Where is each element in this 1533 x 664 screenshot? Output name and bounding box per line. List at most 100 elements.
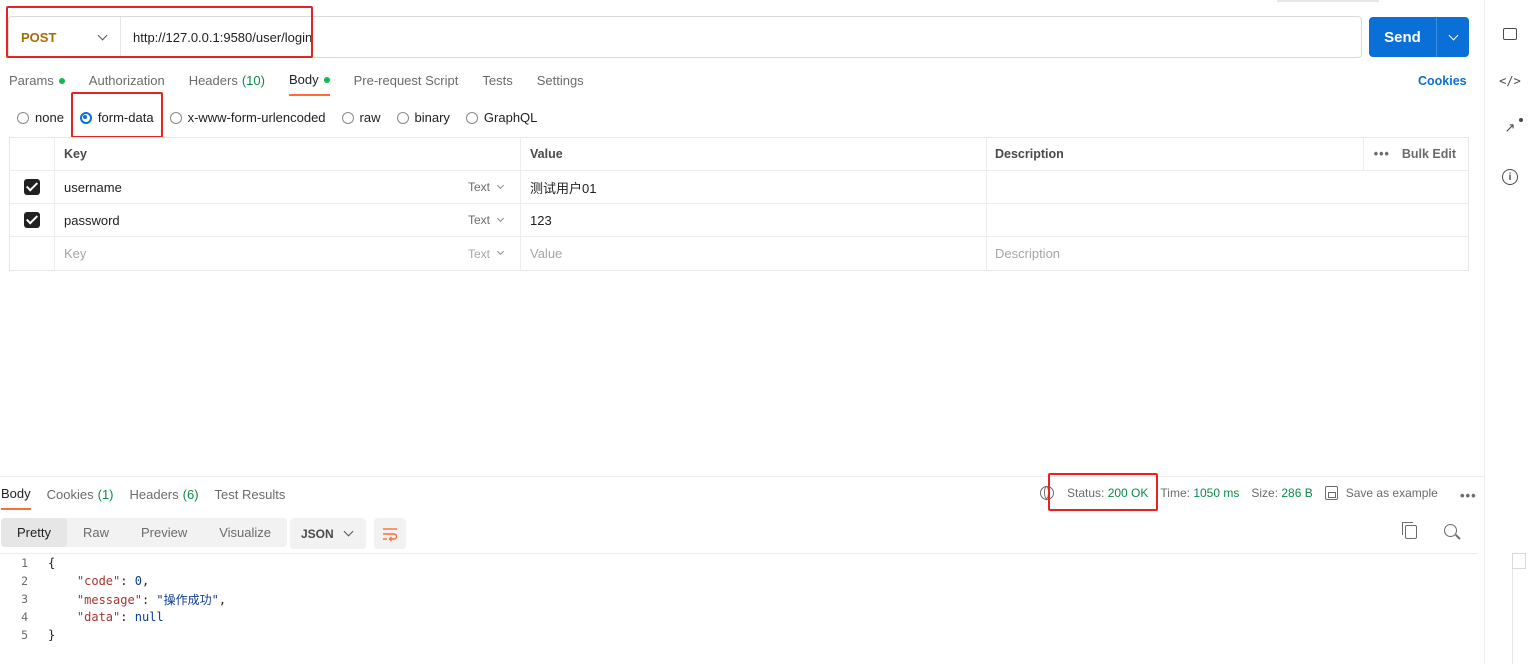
globe-icon[interactable] xyxy=(1040,486,1054,500)
tab-label: Body xyxy=(288,72,319,87)
tab-tests[interactable]: Tests xyxy=(482,72,512,96)
tab-authorization[interactable]: Authorization xyxy=(89,72,165,96)
status-label: Status: xyxy=(1067,486,1105,500)
related-collections-icon[interactable]: ↗ xyxy=(1502,120,1518,136)
response-tab-test-results[interactable]: Test Results xyxy=(215,486,286,510)
radio-urlencoded[interactable]: x-www-form-urlencoded xyxy=(169,110,326,125)
wrap-lines-button[interactable] xyxy=(374,518,406,549)
value-cell[interactable]: 123 xyxy=(521,204,987,236)
code-line: 2 "code": 0, xyxy=(0,572,1478,590)
radio-circle-icon xyxy=(396,111,409,124)
table-row: username Text 测试用户01 xyxy=(10,171,1468,204)
format-label: JSON xyxy=(301,526,334,541)
json-value: 0 xyxy=(134,574,142,588)
radio-circle-icon xyxy=(17,111,29,124)
type-label: Text xyxy=(468,180,491,194)
copy-icon[interactable] xyxy=(1402,522,1417,539)
type-label: Text xyxy=(468,213,491,227)
tab-params[interactable]: Params xyxy=(9,72,65,96)
more-options-icon[interactable]: ••• xyxy=(1460,488,1477,503)
radio-raw[interactable]: raw xyxy=(341,110,381,125)
response-divider xyxy=(0,476,1484,477)
view-raw[interactable]: Raw xyxy=(67,518,125,547)
send-button[interactable]: Send xyxy=(1369,17,1437,57)
code-icon[interactable]: </> xyxy=(1499,73,1521,89)
radio-label: raw xyxy=(359,110,381,125)
response-meta: Status: 200 OK Time: 1050 ms Size: 286 B… xyxy=(1040,486,1450,500)
request-tabs: Params Authorization Headers (10) Body Pr… xyxy=(9,72,608,96)
radio-binary[interactable]: binary xyxy=(396,110,450,125)
row-enabled-checkbox[interactable] xyxy=(24,212,40,228)
view-visualize[interactable]: Visualize xyxy=(203,518,287,547)
line-number: 3 xyxy=(21,592,28,606)
radio-graphql[interactable]: GraphQL xyxy=(465,110,537,125)
cookies-link[interactable]: Cookies xyxy=(1418,74,1467,88)
type-select[interactable]: Text xyxy=(459,237,521,270)
json-key: "code" xyxy=(76,574,121,588)
method-label: POST xyxy=(21,29,57,45)
time-label: Time: xyxy=(1160,486,1190,500)
response-tab-headers[interactable]: Headers (6) xyxy=(130,486,199,510)
description-cell[interactable] xyxy=(987,171,1468,203)
tab-settings[interactable]: Settings xyxy=(537,72,584,96)
key-input[interactable]: Key xyxy=(55,237,459,270)
tab-body[interactable]: Body xyxy=(288,72,330,96)
tab-label: Headers xyxy=(188,73,238,88)
tab-pre-request-script[interactable]: Pre-request Script xyxy=(354,72,459,96)
response-tab-body[interactable]: Body xyxy=(1,486,31,510)
table-header-row: Key Value Description ••• Bulk Edit xyxy=(10,138,1468,171)
description-cell[interactable] xyxy=(987,204,1468,236)
type-label: Text xyxy=(468,246,491,261)
type-select[interactable]: Text xyxy=(459,204,521,236)
key-cell[interactable]: password xyxy=(55,204,459,236)
chevron-down-icon xyxy=(97,30,108,40)
response-tab-cookies[interactable]: Cookies (1) xyxy=(47,486,114,510)
value-input[interactable]: Value xyxy=(521,237,987,270)
radio-circle-icon xyxy=(169,111,182,124)
info-icon[interactable]: i xyxy=(1502,169,1518,185)
more-options-icon[interactable]: ••• xyxy=(1374,147,1390,161)
method-select[interactable]: POST xyxy=(9,17,121,57)
time-value: 1050 ms xyxy=(1193,486,1240,500)
response-code-viewer[interactable]: 1 { 2 "code": 0, 3 "message": "操作成功", 4 … xyxy=(0,553,1478,664)
line-number: 1 xyxy=(21,556,28,570)
radio-label: form-data xyxy=(97,110,154,125)
chevron-down-icon xyxy=(343,526,354,537)
code-text: } xyxy=(48,628,56,642)
type-select[interactable]: Text xyxy=(459,171,521,203)
status-value: 200 OK xyxy=(1107,486,1149,500)
comments-icon[interactable] xyxy=(1502,26,1518,42)
key-cell[interactable]: username xyxy=(55,171,459,203)
description-input[interactable]: Description xyxy=(987,237,1468,270)
view-pretty[interactable]: Pretty xyxy=(1,518,67,547)
response-tabs: Body Cookies (1) Headers (6) Test Results xyxy=(1,486,301,510)
radio-form-data[interactable]: form-data xyxy=(79,110,154,125)
body-type-selector: none form-data x-www-form-urlencoded raw… xyxy=(17,110,553,125)
time-info[interactable]: Time: 1050 ms xyxy=(1160,486,1239,500)
chevron-down-icon xyxy=(496,214,505,222)
bulk-edit-button[interactable]: Bulk Edit xyxy=(1402,147,1456,161)
save-as-example-button[interactable]: Save as example xyxy=(1346,486,1438,500)
radio-none[interactable]: none xyxy=(17,110,64,125)
code-line: 5 } xyxy=(0,626,1478,644)
description-header-label: Description xyxy=(995,147,1064,161)
tab-label: Pre-request Script xyxy=(353,73,459,88)
format-select[interactable]: JSON xyxy=(290,518,366,549)
table-row: password Text 123 xyxy=(10,204,1468,237)
value-cell[interactable]: 测试用户01 xyxy=(521,171,987,203)
size-info[interactable]: Size: 286 B xyxy=(1251,486,1312,500)
status-info[interactable]: Status: 200 OK xyxy=(1067,486,1148,500)
send-options-button[interactable] xyxy=(1437,17,1469,57)
tab-label: Body xyxy=(1,486,31,501)
view-preview[interactable]: Preview xyxy=(125,518,203,547)
chevron-down-icon xyxy=(1448,30,1458,40)
tab-label: Tests xyxy=(482,73,513,88)
row-enabled-checkbox[interactable] xyxy=(24,179,40,195)
radio-label: x-www-form-urlencoded xyxy=(187,110,326,125)
radio-label: binary xyxy=(414,110,450,125)
tab-headers[interactable]: Headers (10) xyxy=(189,72,265,96)
search-icon[interactable] xyxy=(1444,524,1457,537)
notification-dot xyxy=(1519,118,1523,122)
url-input[interactable] xyxy=(121,29,1321,45)
size-value: 286 B xyxy=(1281,486,1313,500)
